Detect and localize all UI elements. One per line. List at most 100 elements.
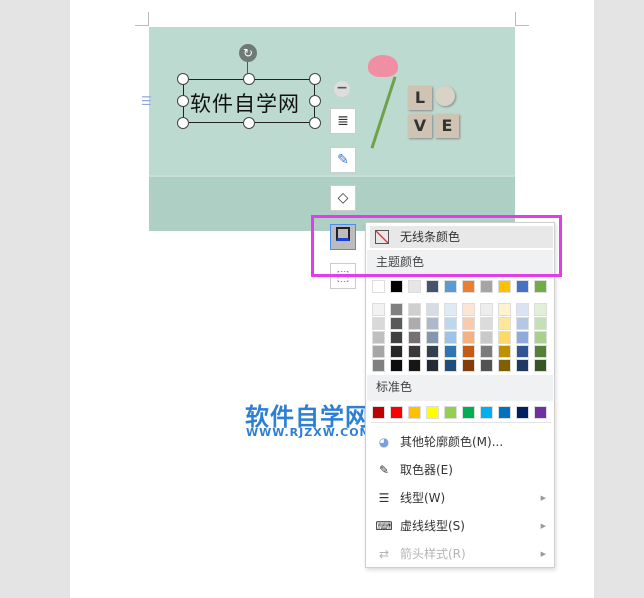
color-swatch[interactable] [408, 317, 421, 330]
color-swatch[interactable] [516, 345, 529, 358]
color-swatch[interactable] [390, 345, 403, 358]
paragraph-anchor-icon[interactable]: ☰ [141, 94, 153, 108]
color-swatch[interactable] [372, 331, 385, 344]
color-swatch[interactable] [480, 280, 493, 293]
color-swatch[interactable] [444, 280, 457, 293]
color-swatch[interactable] [426, 303, 439, 316]
color-swatch[interactable] [480, 359, 493, 372]
color-swatch[interactable] [390, 406, 403, 419]
dash-style-item[interactable]: ⌨ 虚线线型(S) ▶ [366, 513, 554, 539]
color-swatch[interactable] [480, 331, 493, 344]
color-swatch[interactable] [444, 345, 457, 358]
resize-handle[interactable] [309, 73, 321, 85]
color-swatch[interactable] [462, 406, 475, 419]
rotate-handle-icon[interactable]: ↻ [239, 44, 257, 62]
color-swatch[interactable] [498, 406, 511, 419]
more-colors-label: 其他轮廓颜色(M)... [400, 435, 504, 449]
color-swatch[interactable] [516, 280, 529, 293]
color-swatch[interactable] [462, 359, 475, 372]
color-swatch[interactable] [498, 317, 511, 330]
arrow-style-item: ⇄ 箭头样式(R) ▶ [366, 541, 554, 567]
fill-button[interactable]: ◇ [330, 185, 356, 211]
shape-style-button[interactable]: ✎ [330, 147, 356, 173]
color-swatch[interactable] [462, 280, 475, 293]
color-swatch[interactable] [534, 280, 547, 293]
color-swatch[interactable] [408, 303, 421, 316]
color-swatch[interactable] [372, 359, 385, 372]
line-weight-icon: ☰ [378, 491, 390, 505]
color-swatch[interactable] [534, 303, 547, 316]
color-swatch[interactable] [534, 406, 547, 419]
color-swatch[interactable] [390, 359, 403, 372]
layout-options-button[interactable]: ≣ [330, 108, 356, 134]
color-swatch[interactable] [390, 303, 403, 316]
color-swatch[interactable] [480, 406, 493, 419]
color-swatch[interactable] [390, 331, 403, 344]
color-swatch[interactable] [462, 303, 475, 316]
color-swatch[interactable] [372, 280, 385, 293]
color-swatch[interactable] [426, 406, 439, 419]
color-swatch[interactable] [426, 280, 439, 293]
color-swatch[interactable] [390, 317, 403, 330]
color-swatch[interactable] [462, 345, 475, 358]
color-swatch[interactable] [408, 406, 421, 419]
tile: L [408, 86, 432, 110]
dash-icon: ⌨ [375, 519, 393, 533]
color-swatch[interactable] [444, 331, 457, 344]
line-style-item[interactable]: ☰ 线型(W) ▶ [366, 485, 554, 511]
resize-handle[interactable] [243, 117, 255, 129]
color-swatch[interactable] [480, 303, 493, 316]
color-swatch[interactable] [480, 317, 493, 330]
color-swatch[interactable] [372, 406, 385, 419]
resize-handle[interactable] [309, 117, 321, 129]
color-swatch[interactable] [444, 303, 457, 316]
color-swatch[interactable] [534, 317, 547, 330]
color-swatch[interactable] [516, 359, 529, 372]
resize-handle[interactable] [243, 73, 255, 85]
color-swatch[interactable] [516, 331, 529, 344]
color-swatch[interactable] [408, 359, 421, 372]
color-swatch[interactable] [444, 359, 457, 372]
color-swatch[interactable] [534, 345, 547, 358]
resize-handle[interactable] [309, 95, 321, 107]
color-swatch[interactable] [426, 317, 439, 330]
color-swatch[interactable] [408, 280, 421, 293]
submenu-arrow-icon: ▶ [540, 494, 546, 502]
color-swatch[interactable] [408, 345, 421, 358]
color-swatch[interactable] [498, 280, 511, 293]
color-swatch[interactable] [390, 280, 403, 293]
color-swatch[interactable] [534, 331, 547, 344]
color-swatch[interactable] [498, 303, 511, 316]
color-swatch[interactable] [372, 317, 385, 330]
color-swatch[interactable] [408, 331, 421, 344]
color-swatch[interactable] [426, 359, 439, 372]
eyedropper-icon: ✎ [378, 463, 390, 477]
resize-handle[interactable] [177, 73, 189, 85]
color-swatch[interactable] [426, 345, 439, 358]
color-swatch[interactable] [516, 406, 529, 419]
margin-corner [515, 12, 529, 26]
color-swatch[interactable] [498, 359, 511, 372]
eyedropper-item[interactable]: ✎ 取色器(E) [366, 457, 554, 483]
color-swatch[interactable] [462, 331, 475, 344]
color-swatch[interactable] [426, 331, 439, 344]
color-swatch[interactable] [444, 406, 457, 419]
color-swatch[interactable] [534, 359, 547, 372]
color-swatch[interactable] [516, 303, 529, 316]
resize-handle[interactable] [177, 117, 189, 129]
color-swatch[interactable] [516, 317, 529, 330]
submenu-arrow-icon: ▶ [540, 522, 546, 530]
textbox-text[interactable]: 软件自学网 [190, 88, 300, 118]
color-wheel-icon: ◕ [378, 435, 390, 449]
more-colors-item[interactable]: ◕ 其他轮廓颜色(M)... [366, 429, 554, 455]
color-swatch[interactable] [498, 331, 511, 344]
margin-corner [135, 12, 149, 26]
color-swatch[interactable] [372, 303, 385, 316]
color-swatch[interactable] [480, 345, 493, 358]
color-swatch[interactable] [498, 345, 511, 358]
collapse-icon[interactable]: − [334, 81, 350, 97]
resize-handle[interactable] [177, 95, 189, 107]
color-swatch[interactable] [462, 317, 475, 330]
color-swatch[interactable] [372, 345, 385, 358]
color-swatch[interactable] [444, 317, 457, 330]
